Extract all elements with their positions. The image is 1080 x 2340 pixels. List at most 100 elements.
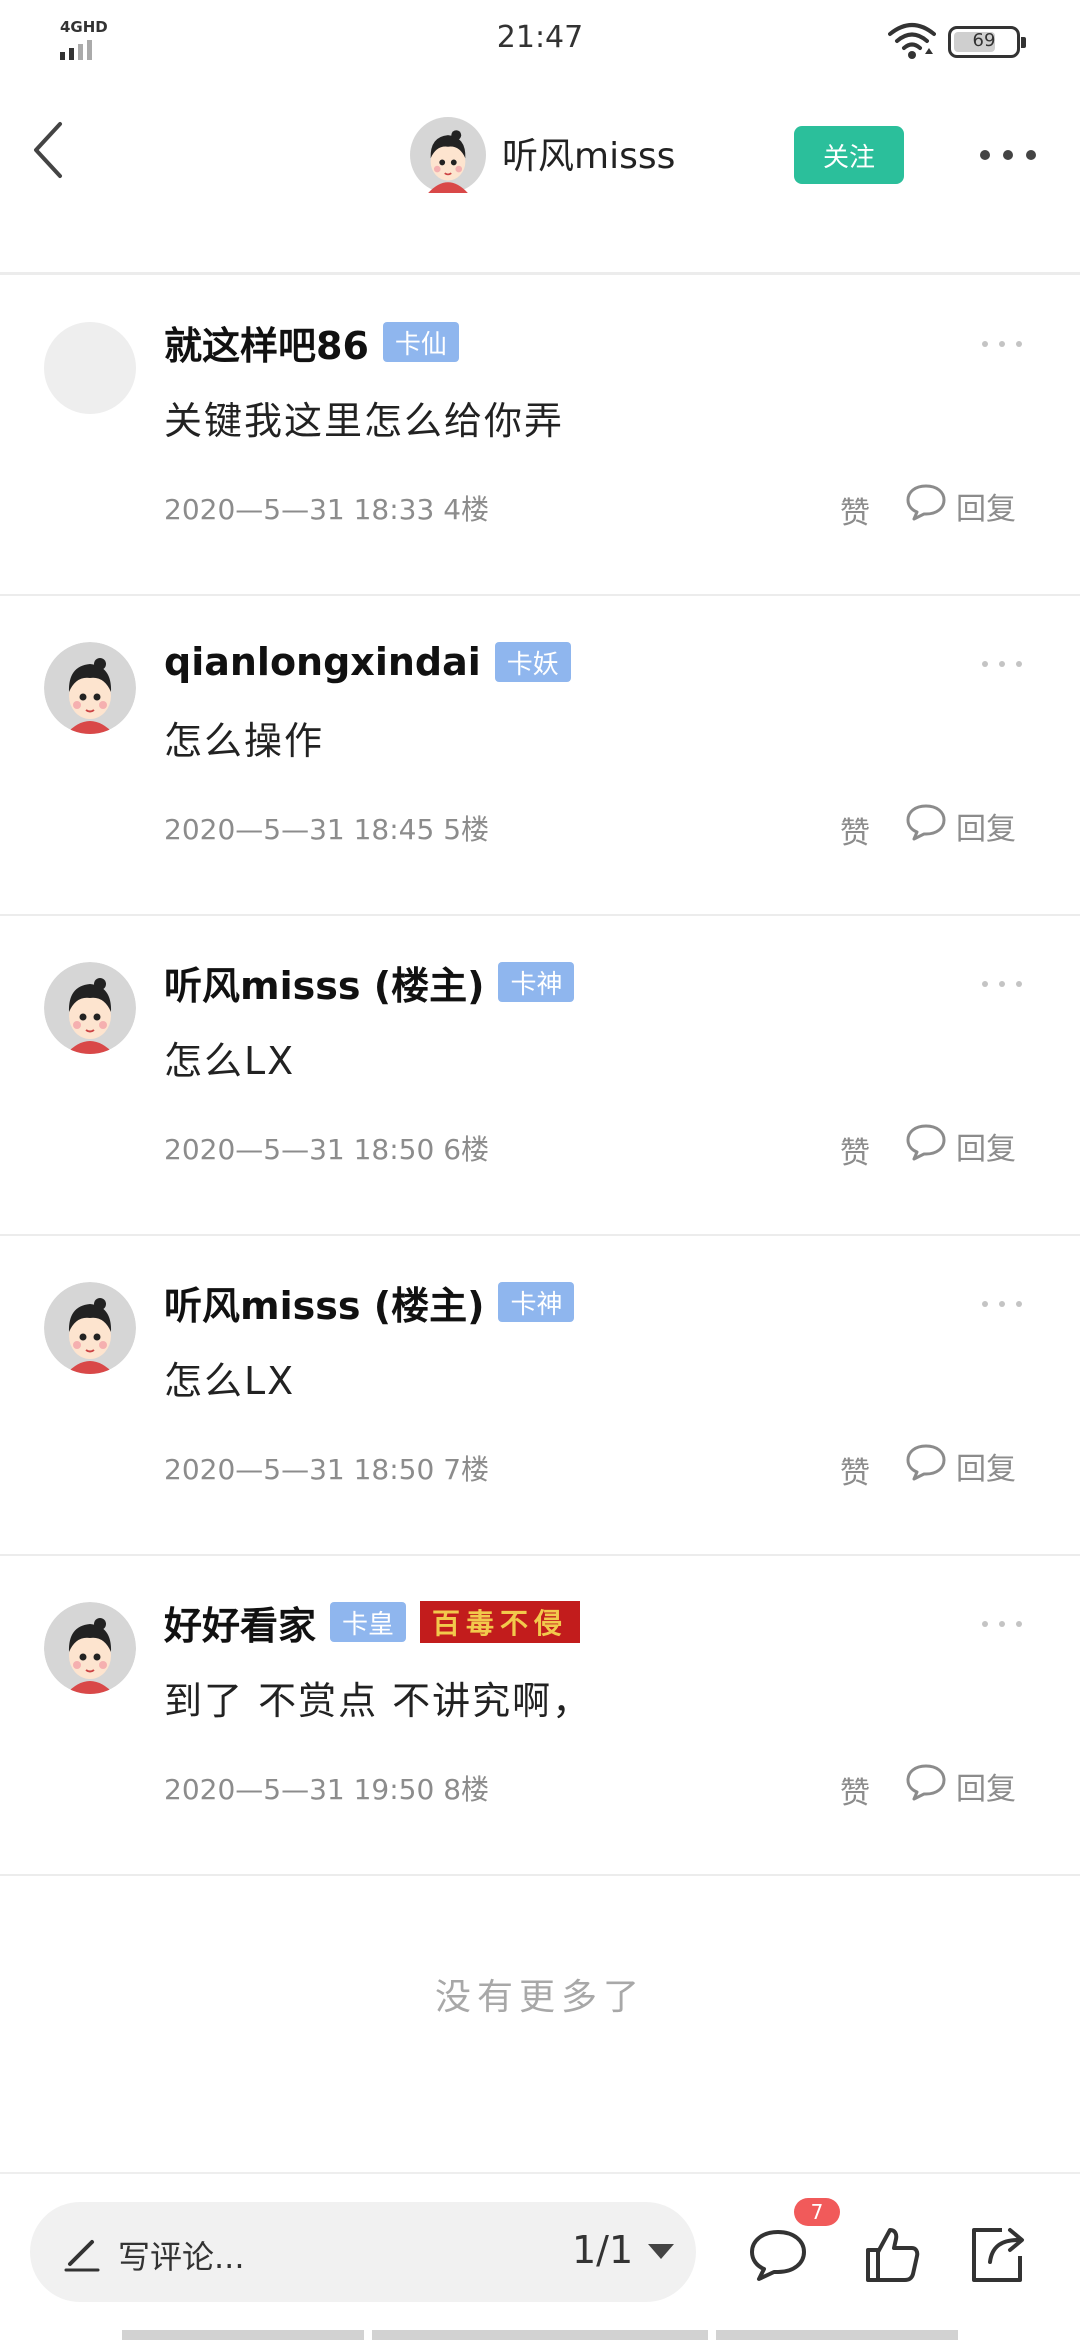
more-dot-icon	[982, 1621, 988, 1627]
comment-header: 听风misss (楼主) 卡神	[164, 1272, 575, 1332]
home-indicator	[372, 2330, 708, 2340]
more-dot-icon	[982, 1301, 988, 1307]
comment-more-button[interactable]	[982, 1618, 1022, 1630]
status-bar: 4GHD 21:47 69	[0, 0, 1080, 80]
more-dot-icon	[982, 661, 988, 667]
reply-button[interactable]: 回复	[904, 1764, 1016, 1808]
share-icon[interactable]	[966, 2222, 1030, 2286]
comment-item[interactable]: 好好看家 卡皇 百毒不侵 到了 不赏点 不讲究啊， 2020—5—31 19:50 8楼…	[0, 1556, 1080, 1876]
divider	[0, 2172, 1080, 2174]
comment-meta: 2020—5—31 18:45 5楼	[164, 813, 490, 846]
level-badge: 卡神	[498, 962, 575, 1002]
level-badge: 卡仙	[382, 322, 459, 362]
follow-button[interactable]: 关注	[794, 126, 904, 184]
comment-item[interactable]: 听风misss (楼主) 卡神怎么LX 2020—5—31 18:50 6楼 赞 回复	[0, 916, 1080, 1236]
level-badge: 卡神	[498, 1282, 575, 1322]
comment-text: 怎么LX	[164, 1039, 296, 1083]
comment-meta: 2020—5—31 18:50 6楼	[164, 1133, 490, 1166]
reply-bubble-icon	[904, 802, 948, 850]
more-dot-icon	[1016, 341, 1022, 347]
reply-bubble-icon	[904, 1762, 948, 1810]
reply-button[interactable]: 回复	[904, 1124, 1016, 1168]
commenter-name[interactable]: qianlongxindai	[164, 640, 481, 684]
like-icon[interactable]	[860, 2222, 924, 2286]
more-dot-icon	[999, 1621, 1005, 1627]
comment-text: 怎么操作	[164, 719, 325, 763]
reply-label: 回复	[956, 1452, 1016, 1487]
avatar[interactable]	[44, 962, 136, 1054]
avatar[interactable]	[44, 322, 136, 414]
reply-bubble-icon	[904, 1122, 948, 1170]
reply-label: 回复	[956, 492, 1016, 527]
reply-bubble-icon	[904, 1442, 948, 1490]
more-dot-icon	[999, 1301, 1005, 1307]
reply-label: 回复	[956, 1132, 1016, 1167]
avatar[interactable]	[44, 1282, 136, 1374]
comment-text: 怎么LX	[164, 1359, 296, 1403]
reply-label: 回复	[956, 812, 1016, 847]
more-dot-icon	[1003, 150, 1013, 160]
dropdown-arrow-icon[interactable]	[648, 2244, 674, 2259]
like-button[interactable]: 赞	[840, 1448, 870, 1492]
comment-header: 听风misss (楼主) 卡神	[164, 952, 575, 1012]
level-badge: 卡皇	[330, 1602, 407, 1642]
more-dot-icon	[982, 341, 988, 347]
comment-count-badge: 7	[794, 2198, 840, 2226]
commenter-name[interactable]: 听风misss (楼主)	[164, 955, 484, 1010]
more-dot-icon	[1026, 150, 1036, 160]
comment-header: 好好看家 卡皇 百毒不侵	[164, 1592, 581, 1652]
author-avatar[interactable]	[410, 117, 486, 193]
avatar[interactable]	[44, 1602, 136, 1694]
like-button[interactable]: 赞	[840, 1128, 870, 1172]
nav-bar: 听风misss 关注	[0, 80, 1080, 230]
comment-more-button[interactable]	[982, 978, 1022, 990]
comment-item[interactable]: 听风misss (楼主) 卡神怎么LX 2020—5—31 18:50 7楼 赞 回复	[0, 1236, 1080, 1556]
more-dot-icon	[980, 150, 990, 160]
more-dot-icon	[999, 341, 1005, 347]
wifi-icon	[888, 22, 936, 62]
more-dot-icon	[982, 981, 988, 987]
comment-meta: 2020—5—31 18:33 4楼	[164, 493, 490, 526]
more-dot-icon	[1016, 1621, 1022, 1627]
comment-text: 关键我这里怎么给你弄	[164, 399, 565, 443]
author-name[interactable]: 听风misss	[502, 127, 675, 179]
title-badge: 百毒不侵	[420, 1601, 581, 1643]
pencil-icon	[62, 2232, 102, 2272]
comment-meta: 2020—5—31 18:50 7楼	[164, 1453, 490, 1486]
comment-item[interactable]: qianlongxindai 卡妖怎么操作 2020—5—31 18:45 5楼 赞 回…	[0, 596, 1080, 916]
more-dot-icon	[999, 661, 1005, 667]
more-options-button[interactable]	[980, 140, 1036, 170]
end-of-list-text: 没有更多了	[434, 1977, 645, 2018]
battery-icon: 69	[948, 26, 1026, 58]
reply-button[interactable]: 回复	[904, 484, 1016, 528]
comment-more-button[interactable]	[982, 658, 1022, 670]
battery-level: 69	[972, 30, 996, 51]
like-button[interactable]: 赞	[840, 488, 870, 532]
like-button[interactable]: 赞	[840, 1768, 870, 1812]
divider	[0, 272, 1080, 275]
chevron-left-icon	[34, 122, 62, 178]
commenter-name[interactable]: 就这样吧86	[164, 315, 369, 370]
reply-button[interactable]: 回复	[904, 804, 1016, 848]
back-button[interactable]	[18, 110, 78, 190]
comment-input[interactable]: 写评论... 1/1	[30, 2202, 696, 2302]
reply-bubble-icon	[904, 482, 948, 530]
home-indicator	[122, 2330, 364, 2340]
page-indicator[interactable]: 1/1	[572, 2228, 633, 2272]
comment-header: 就这样吧86 卡仙	[164, 312, 459, 372]
more-dot-icon	[1016, 1301, 1022, 1307]
commenter-name[interactable]: 好好看家	[164, 1595, 316, 1650]
comment-more-button[interactable]	[982, 1298, 1022, 1310]
like-button[interactable]: 赞	[840, 808, 870, 852]
comment-icon[interactable]	[746, 2222, 810, 2286]
comment-more-button[interactable]	[982, 338, 1022, 350]
more-dot-icon	[999, 981, 1005, 987]
comment-item[interactable]: 就这样吧86 卡仙关键我这里怎么给你弄 2020—5—31 18:33 4楼 赞 回复	[0, 276, 1080, 596]
more-dot-icon	[1016, 661, 1022, 667]
avatar-icon	[410, 117, 486, 193]
reply-button[interactable]: 回复	[904, 1444, 1016, 1488]
comment-header: qianlongxindai 卡妖	[164, 632, 571, 692]
commenter-name[interactable]: 听风misss (楼主)	[164, 1275, 484, 1330]
reply-label: 回复	[956, 1772, 1016, 1807]
avatar[interactable]	[44, 642, 136, 734]
